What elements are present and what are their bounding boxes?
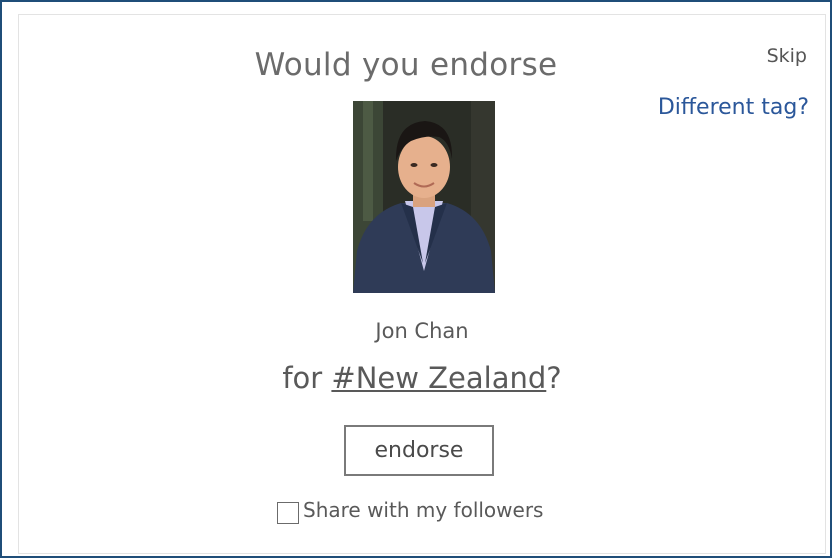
different-tag-link[interactable]: Different tag? (658, 95, 809, 120)
widget-frame: Would you endorse Skip Different tag? Jo… (0, 0, 832, 558)
tag-prefix: for (282, 361, 332, 395)
prompt-title: Would you endorse (254, 47, 558, 83)
person-name: Jon Chan (375, 319, 469, 343)
endorse-prompt: Would you endorse (19, 47, 825, 83)
skip-link[interactable]: Skip (767, 45, 807, 67)
tag-suffix: ? (546, 361, 562, 395)
tag-link[interactable]: #New Zealand (331, 361, 546, 395)
tag-question: for #New Zealand? (19, 361, 825, 395)
share-option[interactable]: Share with my followers (277, 496, 543, 524)
share-checkbox[interactable] (277, 502, 299, 524)
share-label: Share with my followers (303, 498, 544, 522)
profile-photo (353, 101, 495, 293)
profile-photo-image (353, 101, 495, 293)
endorse-button[interactable]: endorse (344, 425, 494, 476)
endorse-card: Would you endorse Skip Different tag? Jo… (18, 14, 826, 554)
